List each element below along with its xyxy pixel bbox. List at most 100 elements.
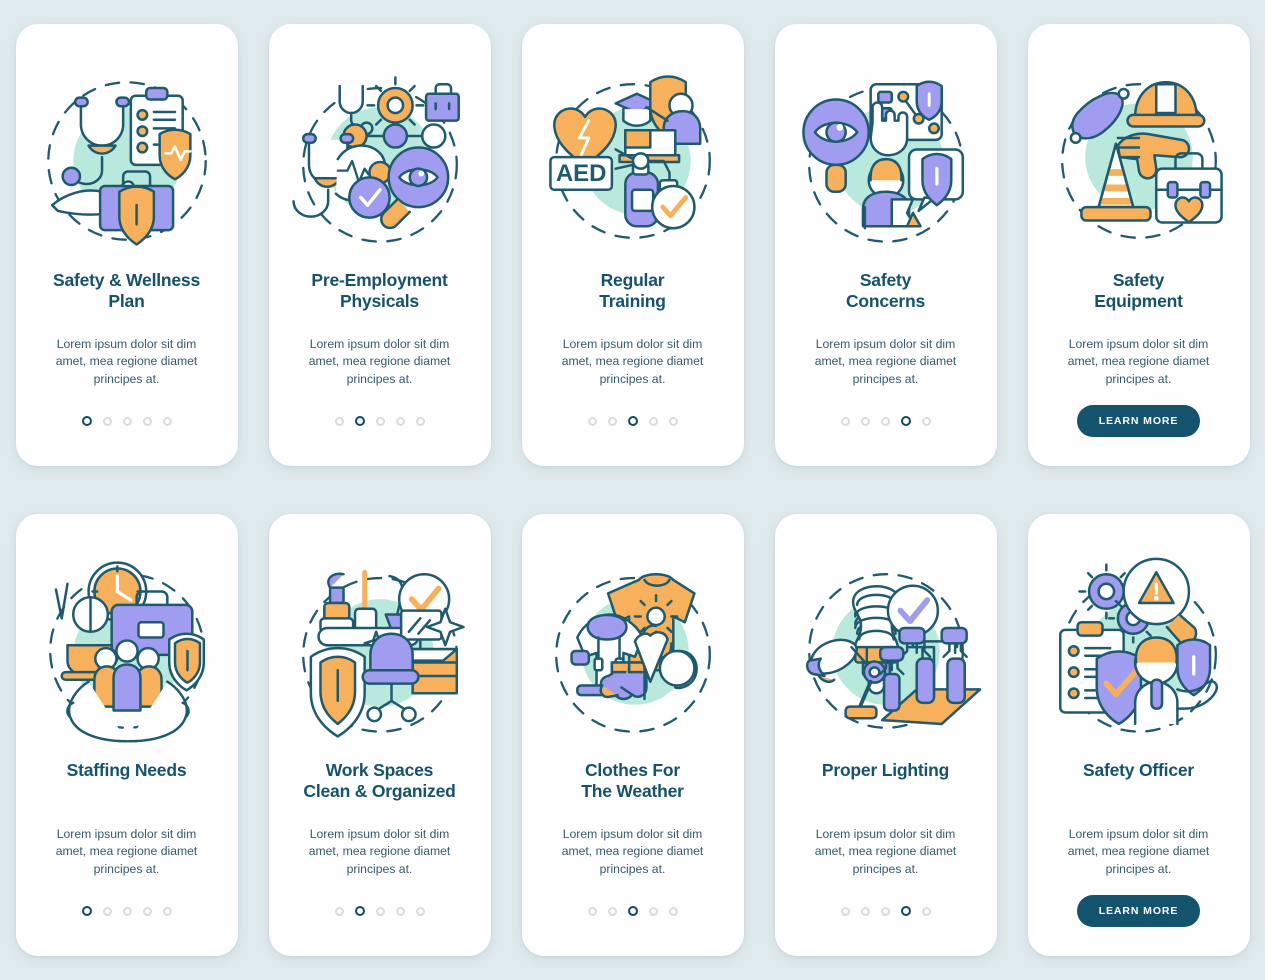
illustration-clock-briefcase-people-hands-icon — [31, 548, 223, 754]
pagination-dot[interactable] — [900, 416, 911, 426]
pagination-dots[interactable] — [334, 416, 425, 426]
illustration-sweater-hoodie-socks-umbrella-icon — [537, 548, 729, 754]
card-title: Regular Training — [599, 270, 666, 312]
onboarding-card-safety-officer[interactable]: Safety Officer Lorem ipsum dolor sit dim… — [1027, 514, 1250, 956]
onboarding-card-proper-lighting[interactable]: Proper Lighting Lorem ipsum dolor sit di… — [774, 514, 997, 956]
card-footer — [522, 866, 744, 956]
pagination-dot[interactable] — [880, 416, 890, 426]
pagination-dots[interactable] — [587, 416, 678, 426]
pagination-dot[interactable] — [142, 906, 152, 916]
card-footer — [16, 866, 238, 956]
card-footer — [775, 866, 997, 956]
onboarding-card-safety-concerns[interactable]: Safety Concerns Lorem ipsum dolor sit dim… — [774, 24, 997, 466]
pagination-dots[interactable] — [81, 906, 172, 916]
pagination-dot[interactable] — [395, 416, 405, 426]
card-cell: AED Regular Training Lorem ipsum dolor s… — [506, 0, 759, 490]
pagination-dots[interactable] — [587, 906, 678, 916]
onboarding-card-work-spaces-clean-organized[interactable]: Work Spaces Clean & Organized Lorem ipsum… — [268, 514, 491, 956]
pagination-dot[interactable] — [840, 416, 850, 426]
pagination-dot[interactable] — [81, 906, 92, 916]
pagination-dot[interactable] — [162, 416, 172, 426]
card-footer — [522, 376, 744, 466]
pagination-dot[interactable] — [395, 906, 405, 916]
onboarding-card-safety-wellness-plan[interactable]: Safety & Wellness Plan Lorem ipsum dolor … — [15, 24, 238, 466]
card-title: Clothes For The Weather — [581, 760, 684, 802]
card-footer — [775, 376, 997, 466]
pagination-dot[interactable] — [375, 416, 385, 426]
illustration-stethoscope-clipboard-heartshield-briefcase-icon — [31, 58, 223, 264]
pagination-dot[interactable] — [607, 416, 617, 426]
card-title: Work Spaces Clean & Organized — [303, 760, 456, 802]
pagination-dot[interactable] — [860, 906, 870, 916]
pagination-dot[interactable] — [162, 906, 172, 916]
card-footer: LEARN MORE — [1028, 376, 1250, 466]
pagination-dot[interactable] — [860, 416, 870, 426]
pagination-dot[interactable] — [900, 906, 911, 916]
pagination-dot[interactable] — [81, 416, 92, 426]
card-footer — [16, 376, 238, 466]
pagination-dot[interactable] — [334, 416, 344, 426]
pagination-dot[interactable] — [375, 906, 385, 916]
pagination-dot[interactable] — [921, 416, 931, 426]
pagination-dots[interactable] — [81, 416, 172, 426]
illustration-warning-magnifier-gears-clipboard-officer-icon — [1043, 548, 1235, 754]
pagination-dot[interactable] — [354, 416, 365, 426]
card-cell: Clothes For The Weather Lorem ipsum dolor… — [506, 490, 759, 980]
onboarding-card-staffing-needs[interactable]: Staffing Needs Lorem ipsum dolor sit dim… — [15, 514, 238, 956]
pagination-dot[interactable] — [334, 906, 344, 916]
pagination-dots[interactable] — [840, 906, 931, 916]
card-cell: Safety Officer Lorem ipsum dolor sit dim… — [1012, 490, 1265, 980]
pagination-dot[interactable] — [354, 906, 365, 916]
pagination-dot[interactable] — [142, 416, 152, 426]
illustration-hardhat-glove-cone-firstaid-icon — [1043, 58, 1235, 264]
pagination-dot[interactable] — [627, 906, 638, 916]
pagination-dot[interactable] — [668, 906, 678, 916]
onboarding-card-clothes-for-the-weather[interactable]: Clothes For The Weather Lorem ipsum dolor… — [521, 514, 744, 956]
card-title: Safety Concerns — [845, 270, 926, 312]
pagination-dot[interactable] — [840, 906, 850, 916]
card-title: Proper Lighting — [821, 760, 950, 780]
card-footer — [269, 376, 491, 466]
pagination-dots[interactable] — [840, 416, 931, 426]
card-cell: Proper Lighting Lorem ipsum dolor sit di… — [759, 490, 1012, 980]
pagination-dot[interactable] — [122, 416, 132, 426]
pagination-dot[interactable] — [587, 416, 597, 426]
card-footer: LEARN MORE — [1028, 866, 1250, 956]
card-cell: Safety & Wellness Plan Lorem ipsum dolor … — [0, 0, 253, 490]
pagination-dot[interactable] — [921, 906, 931, 916]
learn-more-button[interactable]: LEARN MORE — [1076, 895, 1201, 927]
pagination-dot[interactable] — [102, 416, 112, 426]
card-cell: Safety Concerns Lorem ipsum dolor sit dim… — [759, 0, 1012, 490]
pagination-dot[interactable] — [415, 906, 425, 916]
card-title: Safety & Wellness Plan — [52, 270, 201, 312]
card-cell: Pre-Employment Physicals Lorem ipsum dolo… — [253, 0, 506, 490]
illustration-stethoscope-gear-briefcase-eye-magnifier-icon — [284, 58, 476, 264]
pagination-dot[interactable] — [607, 906, 617, 916]
card-cell: Safety Equipment Lorem ipsum dolor sit di… — [1012, 0, 1265, 490]
pagination-dot[interactable] — [648, 416, 658, 426]
onboarding-card-regular-training[interactable]: AED Regular Training Lorem ipsum dolor s… — [521, 24, 744, 466]
pagination-dot[interactable] — [102, 906, 112, 916]
card-cell: Work Spaces Clean & Organized Lorem ipsum… — [253, 490, 506, 980]
illustration-cleaning-supplies-shield-chair-desk-icon — [284, 548, 476, 754]
onboarding-card-safety-equipment[interactable]: Safety Equipment Lorem ipsum dolor sit di… — [1027, 24, 1250, 466]
pagination-dots[interactable] — [334, 906, 425, 916]
card-title: Safety Officer — [1083, 760, 1194, 780]
onboarding-card-pre-employment-physicals[interactable]: Pre-Employment Physicals Lorem ipsum dolo… — [268, 24, 491, 466]
pagination-dot[interactable] — [587, 906, 597, 916]
learn-more-button[interactable]: LEARN MORE — [1076, 405, 1201, 437]
illustration-magnifier-eye-checklist-person-shield-icon — [790, 58, 982, 264]
illustration-bulb-check-desklamp-streetlights-icon — [790, 548, 982, 754]
pagination-dot[interactable] — [668, 416, 678, 426]
svg-text:AED: AED — [555, 160, 606, 187]
pagination-dot[interactable] — [415, 416, 425, 426]
illustration-aed-heart-graduation-extinguisher-icon: AED — [537, 58, 729, 264]
pagination-dot[interactable] — [880, 906, 890, 916]
card-title: Staffing Needs — [66, 760, 187, 780]
onboarding-screens-grid: Safety & Wellness Plan Lorem ipsum dolor … — [0, 0, 1265, 980]
pagination-dot[interactable] — [648, 906, 658, 916]
card-title: Pre-Employment Physicals — [311, 270, 448, 312]
pagination-dot[interactable] — [627, 416, 638, 426]
pagination-dot[interactable] — [122, 906, 132, 916]
card-footer — [269, 866, 491, 956]
